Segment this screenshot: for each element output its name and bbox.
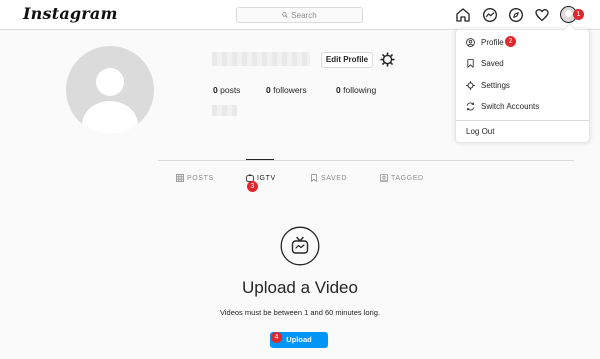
messenger-icon[interactable] (482, 7, 498, 23)
marker-3: 3 (247, 181, 258, 192)
empty-state-subtitle: Videos must be between 1 and 60 minutes … (220, 308, 380, 317)
profile-dropdown-menu: Profile Saved Settings Switch Accounts L… (455, 29, 590, 143)
menu-item-profile[interactable]: Profile (456, 32, 589, 53)
menu-item-settings[interactable]: Settings (456, 75, 589, 96)
menu-item-logout[interactable]: Log Out (456, 121, 589, 142)
grid-icon (176, 174, 184, 182)
search-icon (282, 12, 289, 18)
edit-profile-button[interactable]: Edit Profile (321, 52, 373, 68)
search-input[interactable]: Search (236, 7, 363, 23)
following-count[interactable]: 0 following (336, 85, 376, 95)
bookmark-icon (467, 59, 474, 68)
igtv-large-icon (280, 226, 320, 266)
menu-item-switch-accounts[interactable]: Switch Accounts (456, 96, 589, 117)
marker-4: 4 (271, 332, 282, 343)
empty-state-title: Upload a Video (242, 278, 358, 297)
search-placeholder: Search (291, 10, 317, 20)
marker-1: 1 (573, 9, 584, 20)
settings-icon (466, 81, 475, 90)
top-navigation-bar: Instagram Search (0, 0, 600, 30)
switch-icon (466, 102, 475, 111)
settings-gear-icon[interactable] (380, 52, 395, 67)
tab-posts[interactable]: POSTS (176, 174, 214, 182)
tab-tagged[interactable]: TAGGED (380, 174, 424, 182)
active-tab-indicator (246, 159, 274, 160)
home-icon[interactable] (455, 7, 471, 23)
heart-icon[interactable] (534, 7, 550, 23)
username-redacted (212, 52, 310, 66)
followers-count[interactable]: 0 followers (266, 85, 307, 95)
bookmark-icon (311, 174, 317, 182)
tab-saved[interactable]: SAVED (310, 174, 347, 182)
fullname-redacted (212, 105, 237, 116)
menu-item-saved[interactable]: Saved (456, 53, 589, 74)
instagram-logo[interactable]: Instagram (23, 4, 118, 23)
tabs-divider (158, 160, 574, 161)
profile-picture[interactable] (66, 46, 154, 134)
marker-2: 2 (505, 36, 516, 47)
profile-icon (466, 38, 475, 47)
tagged-icon (380, 174, 388, 182)
explore-icon[interactable] (508, 7, 524, 23)
posts-count: 0 posts (213, 85, 241, 95)
